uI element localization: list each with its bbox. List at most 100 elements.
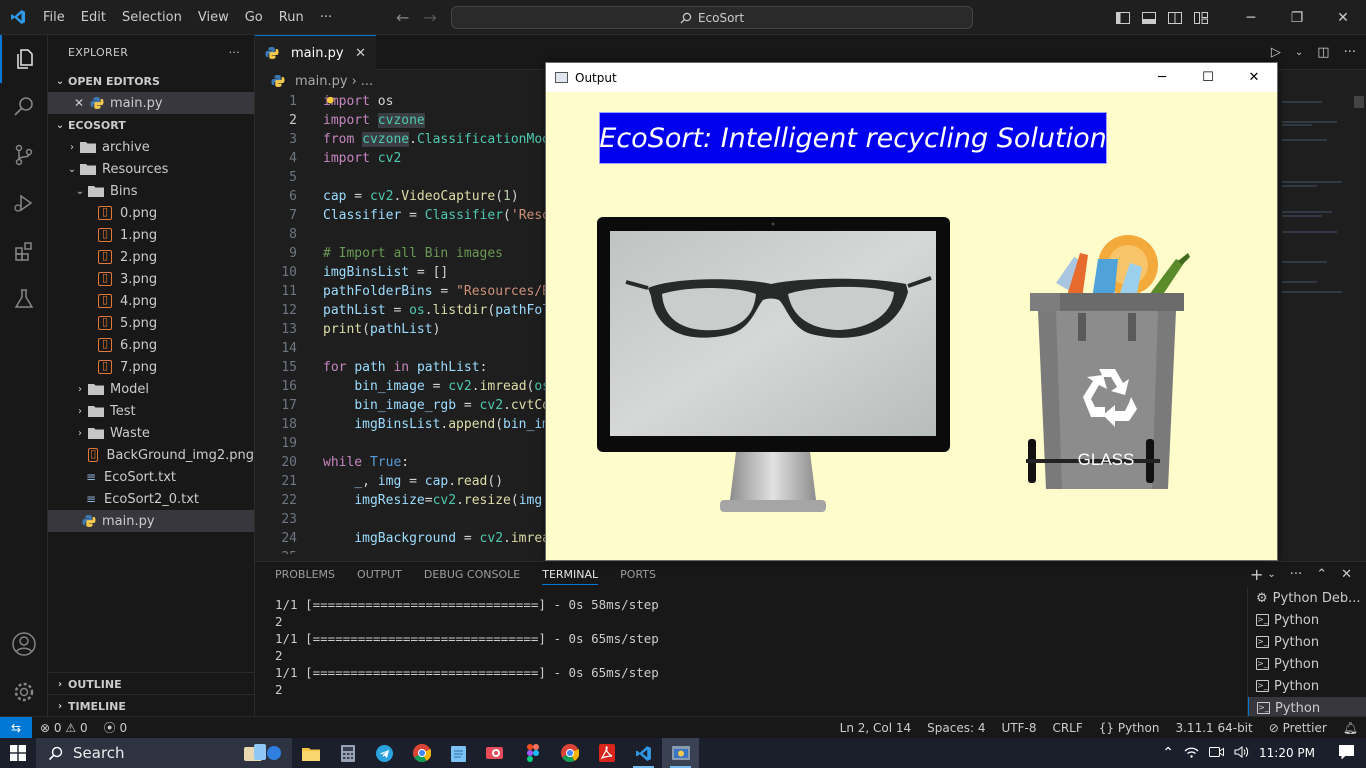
- file-explorer-app-icon[interactable]: [292, 738, 329, 768]
- tab-close-icon[interactable]: ✕: [355, 46, 366, 61]
- clock-time[interactable]: 11:20 PM: [1259, 746, 1315, 760]
- panel-more-icon[interactable]: ···: [1290, 567, 1302, 582]
- file-1-png[interactable]: ▯ 1.png: [48, 224, 254, 246]
- run-debug-icon[interactable]: [0, 179, 48, 227]
- source-control-icon[interactable]: [0, 131, 48, 179]
- remote-indicator-icon[interactable]: ⇆: [0, 716, 32, 739]
- tab-debug-console[interactable]: DEBUG CONSOLE: [424, 568, 520, 581]
- output-window-titlebar[interactable]: Output ─ ☐ ✕: [546, 63, 1277, 92]
- editor-scrollbar[interactable]: [1354, 96, 1364, 108]
- menu-selection[interactable]: Selection: [114, 0, 190, 35]
- open-editor-main-py[interactable]: ✕ main.py: [48, 92, 254, 114]
- explorer-more-button[interactable]: ···: [229, 46, 240, 59]
- menu-more[interactable]: ···: [312, 0, 340, 35]
- file-ecosort-txt[interactable]: ≡ EcoSort.txt: [48, 466, 254, 488]
- folder-test[interactable]: › Test: [48, 400, 254, 422]
- file-2-png[interactable]: ▯ 2.png: [48, 246, 254, 268]
- explorer-icon[interactable]: [0, 35, 48, 83]
- file-6-png[interactable]: ▯ 6.png: [48, 334, 254, 356]
- cursor-position[interactable]: Ln 2, Col 14: [832, 721, 920, 735]
- menu-edit[interactable]: Edit: [73, 0, 114, 35]
- file-ecosort2-txt[interactable]: ≡ EcoSort2_0.txt: [48, 488, 254, 510]
- terminal-item-debug[interactable]: ⚙ Python Deb...: [1248, 587, 1366, 609]
- breadcrumb-file[interactable]: main.py: [295, 74, 348, 89]
- terminal-item[interactable]: >_ Python: [1248, 675, 1366, 697]
- command-center-search[interactable]: EcoSort: [451, 6, 973, 29]
- toggle-secondary-sidebar-icon[interactable]: [1162, 0, 1188, 35]
- search-activity-icon[interactable]: [0, 83, 48, 131]
- folder-bins[interactable]: ⌄ Bins: [48, 180, 254, 202]
- chevron-up-icon[interactable]: ⌃: [1162, 745, 1174, 761]
- accounts-icon[interactable]: [0, 620, 48, 668]
- windows-start-icon[interactable]: [0, 738, 36, 768]
- file-5-png[interactable]: ▯ 5.png: [48, 312, 254, 334]
- telegram-app-icon[interactable]: [366, 738, 403, 768]
- folder-resources[interactable]: ⌄ Resources: [48, 158, 254, 180]
- split-editor-icon[interactable]: ◫: [1317, 45, 1329, 60]
- python-interpreter[interactable]: 3.11.1 64-bit: [1167, 721, 1260, 735]
- terminal-item[interactable]: >_ Python: [1248, 631, 1366, 653]
- meet-now-icon[interactable]: [1209, 746, 1224, 761]
- toggle-primary-sidebar-icon[interactable]: [1110, 0, 1136, 35]
- chrome-app-icon[interactable]: [403, 738, 440, 768]
- terminal-item[interactable]: >_ Python: [1248, 609, 1366, 631]
- notification-center-icon[interactable]: [1339, 744, 1354, 762]
- forward-arrow-icon[interactable]: →: [423, 8, 436, 27]
- file-4-png[interactable]: ▯ 4.png: [48, 290, 254, 312]
- indentation[interactable]: Spaces: 4: [919, 721, 993, 735]
- file-3-png[interactable]: ▯ 3.png: [48, 268, 254, 290]
- chevron-down-icon[interactable]: ⌄: [1295, 47, 1303, 58]
- project-section[interactable]: ⌄ ECOSORT: [48, 114, 254, 136]
- testing-icon[interactable]: [0, 275, 48, 323]
- notepad-app-icon[interactable]: [440, 738, 477, 768]
- tab-output[interactable]: OUTPUT: [357, 568, 402, 581]
- tab-ports[interactable]: PORTS: [620, 568, 656, 581]
- minimap[interactable]: [1282, 92, 1352, 332]
- volume-icon[interactable]: [1234, 745, 1249, 761]
- notifications-bell-icon[interactable]: 🔔︎: [1335, 721, 1366, 735]
- manage-gear-icon[interactable]: [0, 668, 48, 716]
- snipping-tool-app-icon[interactable]: [477, 738, 514, 768]
- menu-file[interactable]: File: [35, 0, 73, 35]
- end-of-line[interactable]: CRLF: [1044, 721, 1090, 735]
- taskbar-search[interactable]: Search: [36, 738, 292, 768]
- wifi-icon[interactable]: [1184, 746, 1199, 761]
- chevron-down-icon[interactable]: ⌄: [1267, 569, 1275, 580]
- file-0-png[interactable]: ▯ 0.png: [48, 202, 254, 224]
- menu-run[interactable]: Run: [271, 0, 312, 35]
- figma-app-icon[interactable]: [514, 738, 551, 768]
- output-maximize-button[interactable]: ☐: [1185, 63, 1231, 92]
- calculator-app-icon[interactable]: [329, 738, 366, 768]
- close-panel-icon[interactable]: ✕: [1341, 567, 1352, 582]
- run-python-file-icon[interactable]: ▷: [1271, 45, 1281, 60]
- file-background-png[interactable]: ▯ BackGround_img2.png: [48, 444, 254, 466]
- outline-section[interactable]: › OUTLINE: [48, 673, 255, 695]
- tab-terminal[interactable]: TERMINAL: [542, 564, 599, 585]
- language-mode[interactable]: {} Python: [1091, 721, 1168, 735]
- folder-model[interactable]: › Model: [48, 378, 254, 400]
- maximize-panel-icon[interactable]: ⌃: [1316, 567, 1327, 582]
- lightbulb-icon[interactable]: ●: [327, 92, 334, 109]
- file-main-py[interactable]: main.py: [48, 510, 254, 532]
- extensions-icon[interactable]: [0, 227, 48, 275]
- editor-more-icon[interactable]: ···: [1344, 45, 1356, 60]
- folder-archive[interactable]: › archive: [48, 136, 254, 158]
- tab-main-py[interactable]: main.py ✕: [255, 35, 376, 70]
- new-terminal-icon[interactable]: +: [1250, 565, 1263, 584]
- close-window-button[interactable]: ✕: [1320, 0, 1366, 35]
- problems-status[interactable]: ⊗ 0 ⚠ 0: [32, 721, 96, 735]
- tab-problems[interactable]: PROBLEMS: [275, 568, 335, 581]
- menu-view[interactable]: View: [190, 0, 237, 35]
- encoding[interactable]: UTF-8: [993, 721, 1044, 735]
- terminal-item[interactable]: >_ Python: [1248, 653, 1366, 675]
- customize-layout-icon[interactable]: [1188, 0, 1214, 35]
- ports-status[interactable]: ⦿ 0: [96, 719, 135, 736]
- acrobat-app-icon[interactable]: [588, 738, 625, 768]
- folder-waste[interactable]: › Waste: [48, 422, 254, 444]
- prettier-status[interactable]: ⊘ Prettier: [1261, 721, 1335, 735]
- restore-button[interactable]: ❐: [1274, 0, 1320, 35]
- toggle-panel-icon[interactable]: [1136, 0, 1162, 35]
- vscode-app-icon[interactable]: [625, 738, 662, 768]
- open-editors-section[interactable]: ⌄ OPEN EDITORS: [48, 70, 254, 92]
- output-minimize-button[interactable]: ─: [1139, 63, 1185, 92]
